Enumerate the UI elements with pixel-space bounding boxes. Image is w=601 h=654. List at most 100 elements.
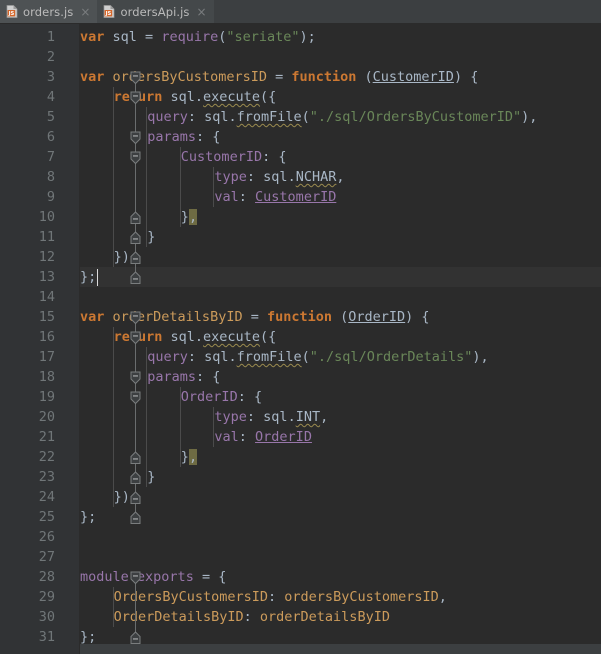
fold-marker-end[interactable] xyxy=(130,270,141,284)
indent-guide xyxy=(112,87,114,267)
code-line[interactable]: params: { xyxy=(0,127,601,147)
code-line[interactable]: return sql.execute({ xyxy=(0,327,601,347)
js-file-icon: JS xyxy=(103,5,115,18)
line-number: 29 xyxy=(38,589,55,605)
code-editor[interactable]: 1 2 3 4 5 6 7 8 9 10 11 12 13 14 15 16 17 18 19 20 21 22 23 24 2… xyxy=(0,24,601,654)
fold-region-line xyxy=(135,157,136,217)
close-icon[interactable]: × xyxy=(197,6,207,18)
code-content-area[interactable]: var sql = require("seriate"); var ordersB… xyxy=(0,24,601,654)
code-line[interactable]: val: CustomerID xyxy=(0,187,601,207)
code-line[interactable] xyxy=(0,47,601,67)
code-token: = xyxy=(266,69,292,85)
code-line[interactable]: }); xyxy=(0,487,601,507)
code-token: ), xyxy=(521,109,538,125)
code-line[interactable]: params: { xyxy=(0,367,601,387)
code-token: ), xyxy=(472,349,489,365)
line-number-gutter[interactable]: 1 2 3 4 5 6 7 8 9 10 11 12 13 14 15 16 17 18 19 20 21 22 23 24 2… xyxy=(0,24,63,654)
indent-guide xyxy=(146,107,148,247)
code-token: sql xyxy=(204,109,229,125)
code-line-text: params: { xyxy=(147,127,220,147)
code-token: require xyxy=(161,29,219,45)
code-line-text: OrdersByCustomersID: ordersByCustomersID… xyxy=(114,587,447,607)
close-icon[interactable]: × xyxy=(80,6,90,18)
line-number: 5 xyxy=(46,109,55,125)
fold-marker-end[interactable] xyxy=(130,450,141,464)
fold-marker-end[interactable] xyxy=(130,630,141,644)
code-line[interactable]: }, xyxy=(0,447,601,467)
fold-marker-collapse[interactable] xyxy=(130,330,141,345)
line-number: 21 xyxy=(38,429,55,445)
code-token: ) { xyxy=(453,69,479,85)
code-line[interactable]: }; xyxy=(0,507,601,527)
code-token: fromFile xyxy=(236,349,302,365)
fold-marker-collapse[interactable] xyxy=(130,390,141,405)
code-token: sql xyxy=(263,169,288,185)
line-number: 13 xyxy=(38,269,55,285)
code-token: . xyxy=(287,409,296,425)
fold-marker-collapse[interactable] xyxy=(130,150,141,165)
code-token: sql xyxy=(204,349,229,365)
line-number: 8 xyxy=(46,169,55,185)
code-token: , xyxy=(320,409,329,425)
code-line[interactable] xyxy=(0,527,601,547)
code-line[interactable] xyxy=(0,287,601,307)
fold-marker-end[interactable] xyxy=(130,470,141,484)
fold-marker-collapse[interactable] xyxy=(130,90,141,105)
code-token: sql xyxy=(170,329,195,345)
code-line[interactable]: module.exports = { xyxy=(0,567,601,587)
code-token: , xyxy=(188,449,198,465)
gutter-divider xyxy=(79,24,80,654)
code-token: OrderID xyxy=(180,389,238,405)
fold-marker-end[interactable] xyxy=(130,490,141,504)
code-line-text: module.exports = { xyxy=(80,567,226,587)
code-line[interactable]: return sql.execute({ xyxy=(0,87,601,107)
code-line[interactable]: type: sql.INT, xyxy=(0,407,601,427)
code-line[interactable]: var sql = require("seriate"); xyxy=(0,27,601,47)
code-line[interactable]: }, xyxy=(0,207,601,227)
fold-marker-collapse[interactable] xyxy=(130,70,141,85)
code-token: ); xyxy=(299,29,316,45)
code-line[interactable]: }); xyxy=(0,247,601,267)
editor-tab-orders-js[interactable]: JS orders.js × xyxy=(0,0,98,23)
code-line[interactable]: val: OrderID xyxy=(0,427,601,447)
code-line-text: } xyxy=(147,227,155,247)
code-line[interactable]: var ordersByCustomersID = function (Cust… xyxy=(0,67,601,87)
code-line[interactable]: CustomerID: { xyxy=(0,147,601,167)
code-token: val xyxy=(214,189,239,205)
code-line-text: OrderID: { xyxy=(181,387,262,407)
fold-marker-end[interactable] xyxy=(130,210,141,224)
code-token: type xyxy=(214,409,247,425)
fold-marker-collapse[interactable] xyxy=(130,370,141,385)
code-line[interactable]: OrderID: { xyxy=(0,387,601,407)
code-folding-gutter[interactable] xyxy=(63,24,141,654)
code-line[interactable]: } xyxy=(0,467,601,487)
code-line[interactable]: type: sql.NCHAR, xyxy=(0,167,601,187)
fold-marker-end[interactable] xyxy=(130,250,141,264)
fold-marker-collapse[interactable] xyxy=(130,570,141,585)
fold-marker-end[interactable] xyxy=(130,510,141,524)
code-line-text: }, xyxy=(181,447,198,467)
code-line[interactable] xyxy=(0,547,601,567)
code-token: val xyxy=(214,429,239,445)
js-file-icon: JS xyxy=(6,5,18,18)
code-token: = xyxy=(242,309,267,325)
code-line[interactable]: OrderDetailsByID: orderDetailsByID xyxy=(0,607,601,627)
code-line[interactable]: query: sql.fromFile("./sql/OrdersByCusto… xyxy=(0,107,601,127)
editor-tab-ordersApi-js[interactable]: JS ordersApi.js × xyxy=(97,0,214,23)
code-line[interactable]: var orderDetailsByID = function (OrderID… xyxy=(0,307,601,327)
line-number: 9 xyxy=(46,189,55,205)
line-number: 18 xyxy=(38,369,55,385)
code-token: . xyxy=(194,89,204,105)
code-token: ) { xyxy=(405,309,430,325)
code-line[interactable]: }; xyxy=(0,267,601,287)
line-number: 15 xyxy=(38,309,55,325)
fold-marker-end[interactable] xyxy=(130,230,141,244)
code-line[interactable]: query: sql.fromFile("./sql/OrderDetails"… xyxy=(0,347,601,367)
code-line[interactable]: } xyxy=(0,227,601,247)
code-line[interactable]: OrdersByCustomersID: ordersByCustomersID… xyxy=(0,587,601,607)
fold-marker-collapse[interactable] xyxy=(130,130,141,145)
code-token: function xyxy=(266,309,332,325)
fold-marker-collapse[interactable] xyxy=(130,310,141,325)
code-line-text: query: sql.fromFile("./sql/OrderDetails"… xyxy=(147,347,488,367)
